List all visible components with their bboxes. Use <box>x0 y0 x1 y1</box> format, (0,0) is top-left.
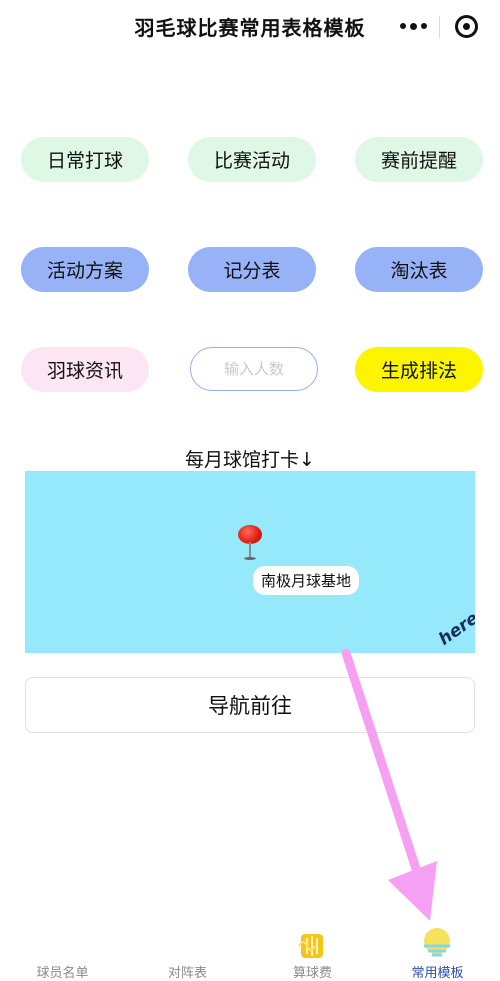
here-logo: here <box>435 608 475 650</box>
map-view[interactable]: 南极月球基地 here <box>25 471 475 653</box>
badminton-news-button[interactable]: 羽球资讯 <box>21 347 149 392</box>
crescent-moon-icon <box>49 932 75 956</box>
match-activity-button[interactable]: 比赛活动 <box>188 137 316 182</box>
tab-label: 算球费 <box>292 966 332 981</box>
knockout-table-button[interactable]: 淘汰表 <box>355 247 483 292</box>
crescent-moon-icon <box>174 930 201 957</box>
capsule-divider <box>439 16 440 38</box>
tab-fee-calculator[interactable]: 算球费 <box>250 922 375 981</box>
scoresheet-button[interactable]: 记分表 <box>188 247 316 292</box>
more-icon[interactable] <box>393 14 433 38</box>
generate-schedule-button[interactable]: 生成排法 <box>355 347 483 392</box>
player-count-input[interactable] <box>202 359 306 379</box>
checkin-label: 每月球馆打卡↓ <box>185 449 315 471</box>
template-icon <box>424 928 450 957</box>
coins-icon <box>298 934 323 958</box>
navigate-button[interactable]: 导航前往 <box>25 677 475 733</box>
player-count-field[interactable] <box>190 347 318 391</box>
tab-label: 球员名单 <box>36 966 89 981</box>
tab-matchups[interactable]: 对阵表 <box>125 922 250 981</box>
tab-label: 对阵表 <box>167 966 207 981</box>
title-bar: 羽毛球比赛常用表格模板 <box>0 0 500 52</box>
pre-match-reminder-button[interactable]: 赛前提醒 <box>355 137 483 182</box>
location-callout[interactable]: 南极月球基地 <box>253 566 360 595</box>
tab-player-list[interactable]: 球员名单 <box>0 922 125 981</box>
daily-play-button[interactable]: 日常打球 <box>21 137 149 182</box>
tab-templates[interactable]: 常用模板 <box>375 922 500 981</box>
tab-bar: 球员名单 对阵表 算球费 常用模板 <box>0 922 500 981</box>
map-pin-base <box>244 557 256 560</box>
tab-label: 常用模板 <box>411 966 464 981</box>
activity-plan-button[interactable]: 活动方案 <box>21 247 149 292</box>
close-icon[interactable] <box>455 15 478 38</box>
